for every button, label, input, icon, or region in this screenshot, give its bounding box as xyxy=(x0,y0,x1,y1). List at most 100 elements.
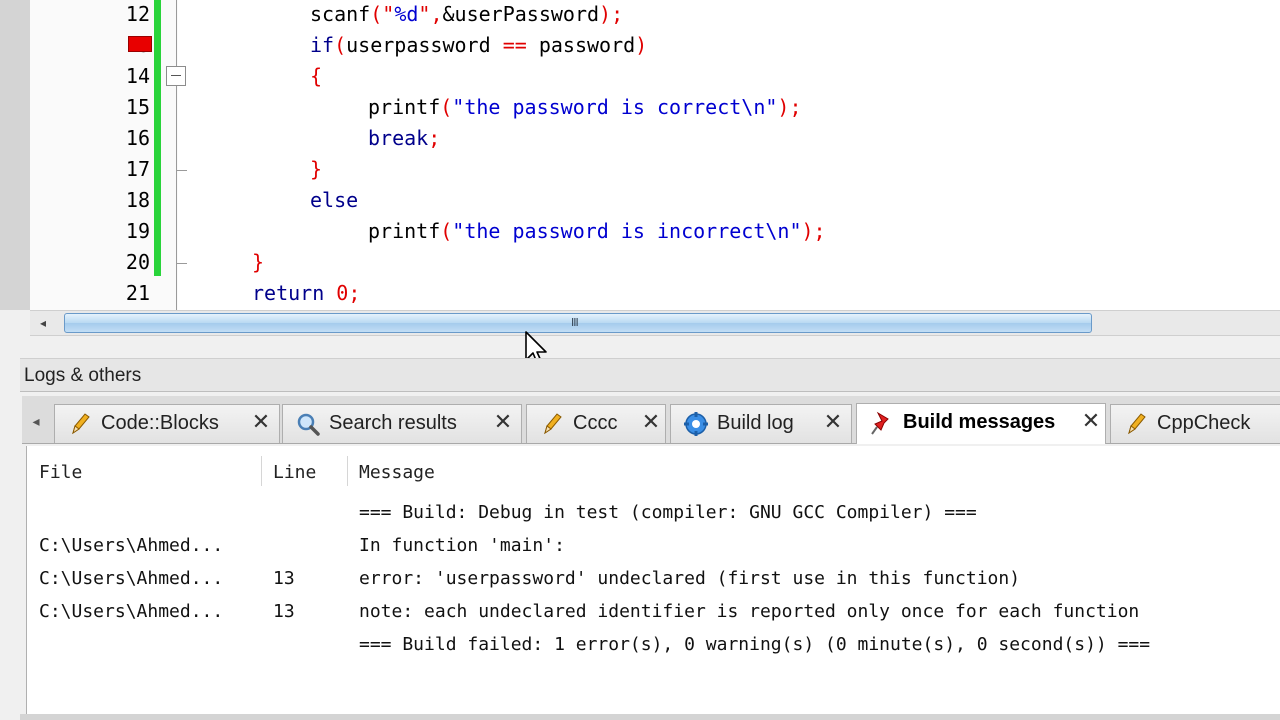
close-tab-icon[interactable]: ✕ xyxy=(821,411,845,435)
code-token: ) xyxy=(635,33,648,57)
code-token: &userPassword xyxy=(442,2,600,26)
code-token: printf xyxy=(368,95,441,119)
close-tab-icon[interactable]: ✕ xyxy=(1079,410,1103,434)
tab-label: Build messages xyxy=(903,411,1056,433)
code-token: ; xyxy=(428,126,441,150)
tab-scroll-left-icon[interactable]: ◂ xyxy=(26,406,46,436)
code-line[interactable]: return 0; xyxy=(252,281,360,305)
close-tab-icon[interactable]: ✕ xyxy=(491,411,515,435)
message-cell: error: 'userpassword' undeclared (first … xyxy=(359,568,1021,589)
code-token: return xyxy=(252,281,325,305)
code-line[interactable]: scanf("%d",&userPassword); xyxy=(310,2,623,26)
column-header-file[interactable]: File xyxy=(39,462,82,483)
code-token: if xyxy=(310,33,335,57)
line-number[interactable]: 16 xyxy=(30,126,150,150)
code-line[interactable]: if(userpassword == password) xyxy=(310,33,647,57)
breakpoint-marker[interactable] xyxy=(128,36,152,52)
code-token: password xyxy=(526,33,636,57)
code-token: break xyxy=(368,126,429,150)
code-token: == xyxy=(502,33,527,57)
code-token: } xyxy=(252,250,265,274)
tab-search-results[interactable]: Search results ✕ xyxy=(282,404,522,443)
fold-end-tick xyxy=(177,170,187,171)
list-item[interactable]: C:\Users\Ahmed... In function 'main': xyxy=(27,531,1280,563)
code-editor[interactable]: 12131415161718192021 scanf("%d",&userPas… xyxy=(0,0,1280,310)
logs-panel-header: Logs & others xyxy=(20,358,1280,392)
close-tab-icon[interactable]: ✕ xyxy=(639,411,663,435)
panel-bottom-border xyxy=(20,714,1280,720)
tab-label: Build log xyxy=(717,412,794,434)
code-token: userpassword xyxy=(346,33,503,57)
code-line[interactable]: printf("the password is correct\n"); xyxy=(368,95,802,119)
column-header-message[interactable]: Message xyxy=(359,462,435,483)
code-token: } xyxy=(310,157,323,181)
line-number[interactable]: 21 xyxy=(30,281,150,305)
tab-label: CppCheck xyxy=(1157,412,1251,434)
change-bar xyxy=(154,0,161,276)
close-tab-icon[interactable]: ✕ xyxy=(249,411,273,435)
list-header: File Line Message xyxy=(27,446,1280,492)
code-line[interactable]: printf("the password is incorrect\n"); xyxy=(368,219,826,243)
line-number[interactable]: 14 xyxy=(30,64,150,88)
fold-collapse-icon[interactable] xyxy=(166,66,186,86)
code-token: ( xyxy=(440,219,453,243)
code-token: { xyxy=(310,64,323,88)
line-number[interactable]: 12 xyxy=(30,2,150,26)
code-line[interactable]: break; xyxy=(368,126,440,150)
code-line[interactable]: } xyxy=(252,250,264,274)
message-cell: In function 'main': xyxy=(359,535,565,556)
message-cell: === Build: Debug in test (compiler: GNU … xyxy=(359,502,977,523)
logs-tab-bar: ◂ Code::Blocks ✕ Search results ✕ Cccc ✕… xyxy=(22,396,1280,444)
line-number[interactable]: 15 xyxy=(30,95,150,119)
magnifier-icon xyxy=(297,413,320,436)
tab-code-blocks[interactable]: Code::Blocks ✕ xyxy=(54,404,280,443)
code-line[interactable]: else xyxy=(310,188,358,212)
code-token: (" xyxy=(370,2,395,26)
list-item[interactable]: === Build failed: 1 error(s), 0 warning(… xyxy=(27,630,1280,662)
tab-label: Code::Blocks xyxy=(101,412,219,434)
file-cell: C:\Users\Ahmed... xyxy=(39,535,224,556)
logs-panel-title: Logs & others xyxy=(24,365,142,386)
line-number[interactable]: 18 xyxy=(30,188,150,212)
tab-build-log[interactable]: Build log ✕ xyxy=(670,404,852,443)
tab-cccc[interactable]: Cccc ✕ xyxy=(526,404,666,443)
column-header-line[interactable]: Line xyxy=(273,462,316,483)
line-number[interactable]: 17 xyxy=(30,157,150,181)
tab-build-messages[interactable]: Build messages ✕ xyxy=(856,403,1106,444)
code-token: printf xyxy=(368,219,441,243)
code-token: 0; xyxy=(336,281,361,305)
tab-cppcheck[interactable]: CppCheck xyxy=(1110,404,1280,443)
list-item[interactable]: C:\Users\Ahmed... 13 note: each undeclar… xyxy=(27,597,1280,629)
code-token: "the password is correct\n" xyxy=(452,95,778,119)
code-token: ", xyxy=(418,2,443,26)
pencil-icon xyxy=(72,413,90,435)
message-cell: === Build failed: 1 error(s), 0 warning(… xyxy=(359,634,1151,655)
tab-label: Cccc xyxy=(573,412,618,434)
scroll-left-arrow-icon[interactable]: ◂ xyxy=(30,311,56,335)
column-divider[interactable] xyxy=(347,456,348,486)
gear-icon xyxy=(684,412,708,436)
tab-label: Search results xyxy=(329,412,457,434)
pencil-icon xyxy=(1128,413,1146,435)
list-item[interactable]: C:\Users\Ahmed... 13 error: 'userpasswor… xyxy=(27,564,1280,596)
pencil-icon xyxy=(544,413,562,435)
build-messages-list[interactable]: File Line Message === Build: Debug in te… xyxy=(26,446,1280,716)
code-line[interactable]: { xyxy=(310,64,322,88)
horizontal-scrollbar[interactable]: ◂ III xyxy=(30,310,1280,336)
code-token: else xyxy=(310,188,359,212)
code-token: ); xyxy=(777,95,802,119)
column-divider[interactable] xyxy=(261,456,262,486)
line-number[interactable]: 20 xyxy=(30,250,150,274)
code-token: ); xyxy=(599,2,624,26)
code-token: ( xyxy=(440,95,453,119)
code-token: "the password is incorrect\n" xyxy=(452,219,802,243)
fold-end-tick xyxy=(177,263,187,264)
line-cell: 13 xyxy=(273,568,295,589)
line-number[interactable]: 19 xyxy=(30,219,150,243)
list-item[interactable]: === Build: Debug in test (compiler: GNU … xyxy=(27,498,1280,530)
scrollbar-grip-icon: III xyxy=(571,316,579,329)
code-line[interactable]: } xyxy=(310,157,322,181)
file-cell: C:\Users\Ahmed... xyxy=(39,601,224,622)
scrollbar-thumb[interactable]: III xyxy=(64,313,1092,333)
pin-icon xyxy=(871,411,889,435)
